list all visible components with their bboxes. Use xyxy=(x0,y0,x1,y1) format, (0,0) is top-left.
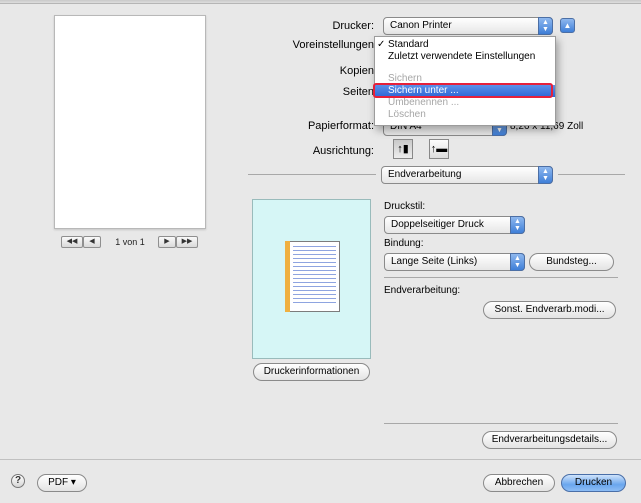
menu-item-standard[interactable]: ✓ Standard xyxy=(375,39,555,51)
presets-label: Voreinstellungen xyxy=(292,39,374,51)
popup-arrows-icon: ▲▼ xyxy=(510,253,525,271)
window-top-edge xyxy=(0,0,641,4)
previous-page-button[interactable]: ◀ xyxy=(83,236,101,248)
copies-label: Kopien xyxy=(339,65,374,77)
menu-item-delete[interactable]: Löschen xyxy=(375,109,555,121)
gutter-button[interactable]: Bundsteg... xyxy=(529,253,614,271)
print-style-label: Druckstil: xyxy=(384,201,426,212)
menu-item-label: Umbenennen ... xyxy=(388,97,460,108)
disclosure-button[interactable]: ▲ xyxy=(560,18,575,33)
separator-finishing xyxy=(384,277,618,278)
finishing-details-button[interactable]: Endverarbeitungsdetails... xyxy=(482,431,617,449)
disclosure-triangle-icon: ▲ xyxy=(563,21,572,30)
finishing-label: Endverarbeitung: xyxy=(384,285,461,296)
orientation-label: Ausrichtung: xyxy=(312,145,374,157)
highlight-annotation-ring xyxy=(373,83,553,98)
next-page-button[interactable]: ▶ xyxy=(158,236,176,248)
checkmark-icon: ✓ xyxy=(377,39,386,50)
other-finishing-button[interactable]: Sonst. Endverarb.modi... xyxy=(483,301,616,319)
print-button[interactable]: Drucken xyxy=(561,474,626,492)
popup-arrows-icon: ▲▼ xyxy=(538,17,553,35)
print-style-popup[interactable]: Doppelseitiger Druck ▲ ▼ xyxy=(384,216,525,234)
paper-size-label: Papierformat: xyxy=(307,120,374,132)
page-indicator: 1 von 1 xyxy=(115,237,145,247)
binding-value: Lange Seite (Links) xyxy=(391,256,478,267)
popup-arrows-icon: ▲▼ xyxy=(538,166,553,184)
binding-popup[interactable]: Lange Seite (Links) ▲ ▼ xyxy=(384,253,525,271)
preview-text-lines xyxy=(293,246,336,306)
printer-info-button[interactable]: Druckerinformationen xyxy=(253,363,370,381)
popup-arrows-icon: ▲▼ xyxy=(510,216,525,234)
pages-label: Seiten xyxy=(342,86,374,98)
first-page-button[interactable]: ◀◀ xyxy=(61,236,83,248)
menu-item-label: Löschen xyxy=(388,109,426,120)
cancel-button[interactable]: Abbrechen xyxy=(483,474,555,492)
printer-label: Drucker: xyxy=(332,20,374,32)
portrait-orientation-button[interactable]: ↑▮ xyxy=(393,139,413,159)
panel-section-value: Endverarbeitung xyxy=(388,169,462,180)
binding-edge-indicator xyxy=(285,241,290,312)
help-button[interactable]: ? xyxy=(11,474,25,488)
landscape-orientation-button[interactable]: ↑▬ xyxy=(429,139,449,159)
portrait-person-icon: ↑▮ xyxy=(397,143,409,155)
last-page-button[interactable]: ▶▶ xyxy=(176,236,198,248)
print-preview-page xyxy=(54,15,206,229)
print-style-value: Doppelseitiger Druck xyxy=(391,219,484,230)
separator-details xyxy=(384,423,618,424)
presets-menu: ✓ Standard Zuletzt verwendete Einstellun… xyxy=(374,36,556,126)
menu-item-rename[interactable]: Umbenennen ... xyxy=(375,97,555,109)
printer-popup[interactable]: Canon Printer ▲ ▼ xyxy=(383,17,553,35)
printer-popup-value: Canon Printer xyxy=(390,20,452,31)
landscape-person-icon: ↑▬ xyxy=(430,143,448,155)
separator-right xyxy=(558,174,625,175)
panel-section-popup[interactable]: Endverarbeitung ▲ ▼ xyxy=(381,166,553,184)
binding-label: Bindung: xyxy=(384,238,424,249)
help-question-icon: ? xyxy=(14,475,22,486)
footer-divider xyxy=(0,459,641,460)
menu-item-last-used[interactable]: Zuletzt verwendete Einstellungen xyxy=(375,51,555,63)
menu-item-label: Standard xyxy=(388,39,429,50)
separator-left xyxy=(248,174,376,175)
menu-item-label: Zuletzt verwendete Einstellungen xyxy=(388,51,536,62)
pdf-button[interactable]: PDF ▾ xyxy=(37,474,87,492)
